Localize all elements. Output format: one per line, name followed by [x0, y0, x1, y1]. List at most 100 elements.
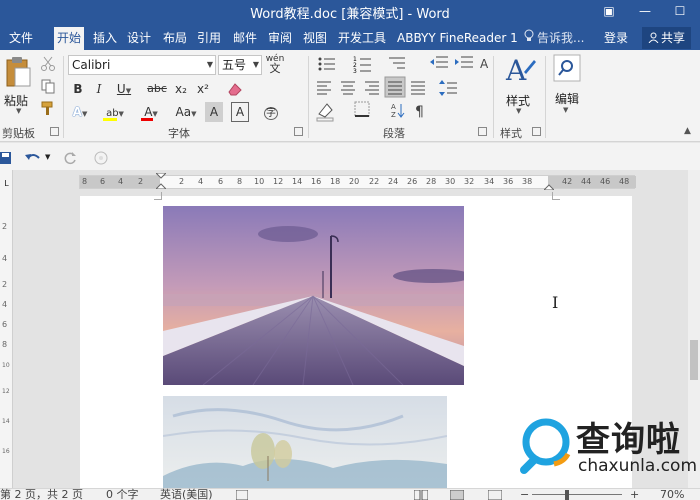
align-center-icon[interactable]	[341, 81, 355, 95]
undo-dropdown-caret[interactable]: ▼	[45, 148, 50, 166]
zoom-slider-thumb[interactable]	[565, 490, 569, 500]
clipboard-group-label: 剪贴板	[2, 127, 35, 140]
zoom-slider[interactable]	[532, 494, 622, 495]
tell-me-search[interactable]: 告诉我...	[524, 28, 584, 48]
chinese-layout-icon[interactable]: A	[480, 57, 489, 71]
horizontal-ruler[interactable]: 8 6 4 2 2 4 6 8 10 12 14 16 18 20 22 24 …	[79, 173, 636, 190]
justify-icon[interactable]	[384, 76, 406, 98]
font-color-button[interactable]: A ▼	[138, 102, 164, 122]
print-layout-icon[interactable]	[450, 490, 464, 500]
share-button[interactable]: 共享	[642, 27, 692, 49]
language-status[interactable]: 英语(美国)	[160, 489, 213, 500]
font-size-value: 五号	[222, 58, 247, 72]
bold-button[interactable]: B	[70, 79, 86, 99]
paragraph-launcher-icon[interactable]	[478, 127, 487, 136]
tab-abbyy[interactable]: ABBYY FineReader 1	[394, 27, 521, 50]
enclose-characters-button[interactable]: 字	[262, 102, 280, 122]
clipboard-launcher-icon[interactable]	[50, 127, 59, 136]
decrease-indent-icon[interactable]	[430, 56, 448, 68]
enclose-label: 字	[264, 107, 278, 120]
text-effects-label: A	[72, 105, 82, 119]
subscript-button[interactable]: x₂	[172, 79, 190, 99]
tell-me-text: 告诉我...	[537, 31, 585, 45]
editing-button[interactable]: 编辑 ▼	[550, 54, 584, 116]
tab-references[interactable]: 引用	[194, 27, 224, 50]
chevron-down-icon: ▼	[125, 87, 132, 95]
show-marks-icon[interactable]: ¶	[415, 104, 424, 120]
redo-icon[interactable]	[64, 149, 78, 167]
touch-mode-icon[interactable]	[94, 149, 108, 167]
text-effects-button[interactable]: A▼	[68, 102, 92, 122]
numbering-icon[interactable]: 123	[353, 56, 371, 75]
group-separator	[545, 56, 546, 138]
character-border-button[interactable]: A	[231, 102, 249, 122]
shading-icon[interactable]	[316, 103, 334, 122]
tab-mailings[interactable]: 邮件	[230, 27, 260, 50]
borders-icon[interactable]	[354, 101, 370, 117]
save-icon[interactable]	[0, 149, 12, 167]
indent-marker-icon[interactable]	[156, 173, 166, 189]
macro-recording-icon[interactable]	[236, 490, 248, 500]
tab-home[interactable]: 开始	[54, 27, 85, 50]
watercolor-landscape-image[interactable]	[163, 396, 447, 488]
zoom-in-button[interactable]: +	[630, 489, 639, 500]
styles-launcher-icon[interactable]	[532, 127, 541, 136]
read-mode-icon[interactable]	[414, 490, 428, 500]
collapse-ribbon-icon[interactable]: ▲	[684, 126, 691, 136]
ruler-number: 42	[562, 177, 573, 186]
ribbon-display-options-button[interactable]: ▣	[594, 0, 624, 23]
paste-button[interactable]: 粘贴 ▼	[0, 54, 36, 116]
line-spacing-icon[interactable]	[439, 80, 457, 96]
strikethrough-button[interactable]: abc	[146, 79, 168, 99]
font-launcher-icon[interactable]	[294, 127, 303, 136]
zoom-out-button[interactable]: −	[520, 489, 529, 500]
character-shading-button[interactable]: A	[205, 102, 223, 122]
sort-icon[interactable]: AZ	[391, 103, 405, 119]
ruler-number: 8	[82, 177, 88, 186]
superscript-button[interactable]: x²	[194, 79, 212, 99]
phonetic-guide-button[interactable]: wén 文	[265, 54, 285, 74]
web-layout-icon[interactable]	[488, 490, 502, 500]
cut-icon[interactable]	[40, 56, 56, 72]
pier-sunset-image[interactable]	[163, 206, 464, 385]
tab-layout[interactable]: 布局	[160, 27, 190, 50]
paragraph-icons: 123 A AZ ¶	[316, 56, 489, 122]
tab-file[interactable]: 文件	[6, 27, 36, 50]
ruler-number: 10	[254, 177, 265, 186]
ruler-number: 36	[503, 177, 514, 186]
align-left-icon[interactable]	[317, 81, 331, 95]
tab-selector[interactable]: L	[0, 178, 13, 190]
zoom-level[interactable]: 70%	[660, 489, 684, 500]
tab-design[interactable]: 设计	[124, 27, 154, 50]
align-right-icon[interactable]	[365, 81, 379, 95]
distributed-icon[interactable]	[411, 81, 425, 95]
italic-button[interactable]: I	[92, 79, 106, 99]
styles-button[interactable]: A 样式 ▼	[500, 54, 540, 116]
tab-developer[interactable]: 开发工具	[335, 27, 389, 50]
minimize-button[interactable]: —	[630, 0, 660, 23]
page-count-status[interactable]: 第 2 页，共 2 页	[0, 489, 83, 500]
tab-review[interactable]: 审阅	[265, 27, 295, 50]
tab-view[interactable]: 视图	[300, 27, 330, 50]
tab-insert[interactable]: 插入	[90, 27, 120, 50]
bullets-icon[interactable]	[318, 57, 336, 71]
logo-brand-text: 查询啦	[576, 420, 681, 460]
undo-icon[interactable]	[24, 149, 42, 167]
clear-formatting-button[interactable]	[225, 79, 245, 99]
paste-dropdown-caret[interactable]: ▼	[16, 107, 21, 115]
maximize-button[interactable]: ☐	[665, 0, 695, 23]
highlight-button[interactable]: ab ▼	[100, 102, 130, 122]
change-case-label: Aa	[175, 105, 192, 119]
multilevel-list-icon[interactable]	[389, 57, 405, 69]
font-name-combo[interactable]: Calibri ▼	[68, 55, 216, 75]
right-indent-marker-icon[interactable]	[544, 182, 554, 190]
word-count-status[interactable]: 0 个字	[106, 489, 139, 500]
change-case-button[interactable]: Aa▼	[172, 102, 200, 122]
format-painter-icon[interactable]	[40, 100, 56, 116]
underline-button[interactable]: U▼	[112, 79, 136, 99]
scrollbar-thumb[interactable]	[690, 340, 698, 380]
copy-icon[interactable]	[40, 78, 56, 94]
sign-in-link[interactable]: 登录	[604, 28, 628, 48]
font-size-combo[interactable]: 五号 ▼	[218, 55, 262, 75]
increase-indent-icon[interactable]	[455, 56, 473, 68]
